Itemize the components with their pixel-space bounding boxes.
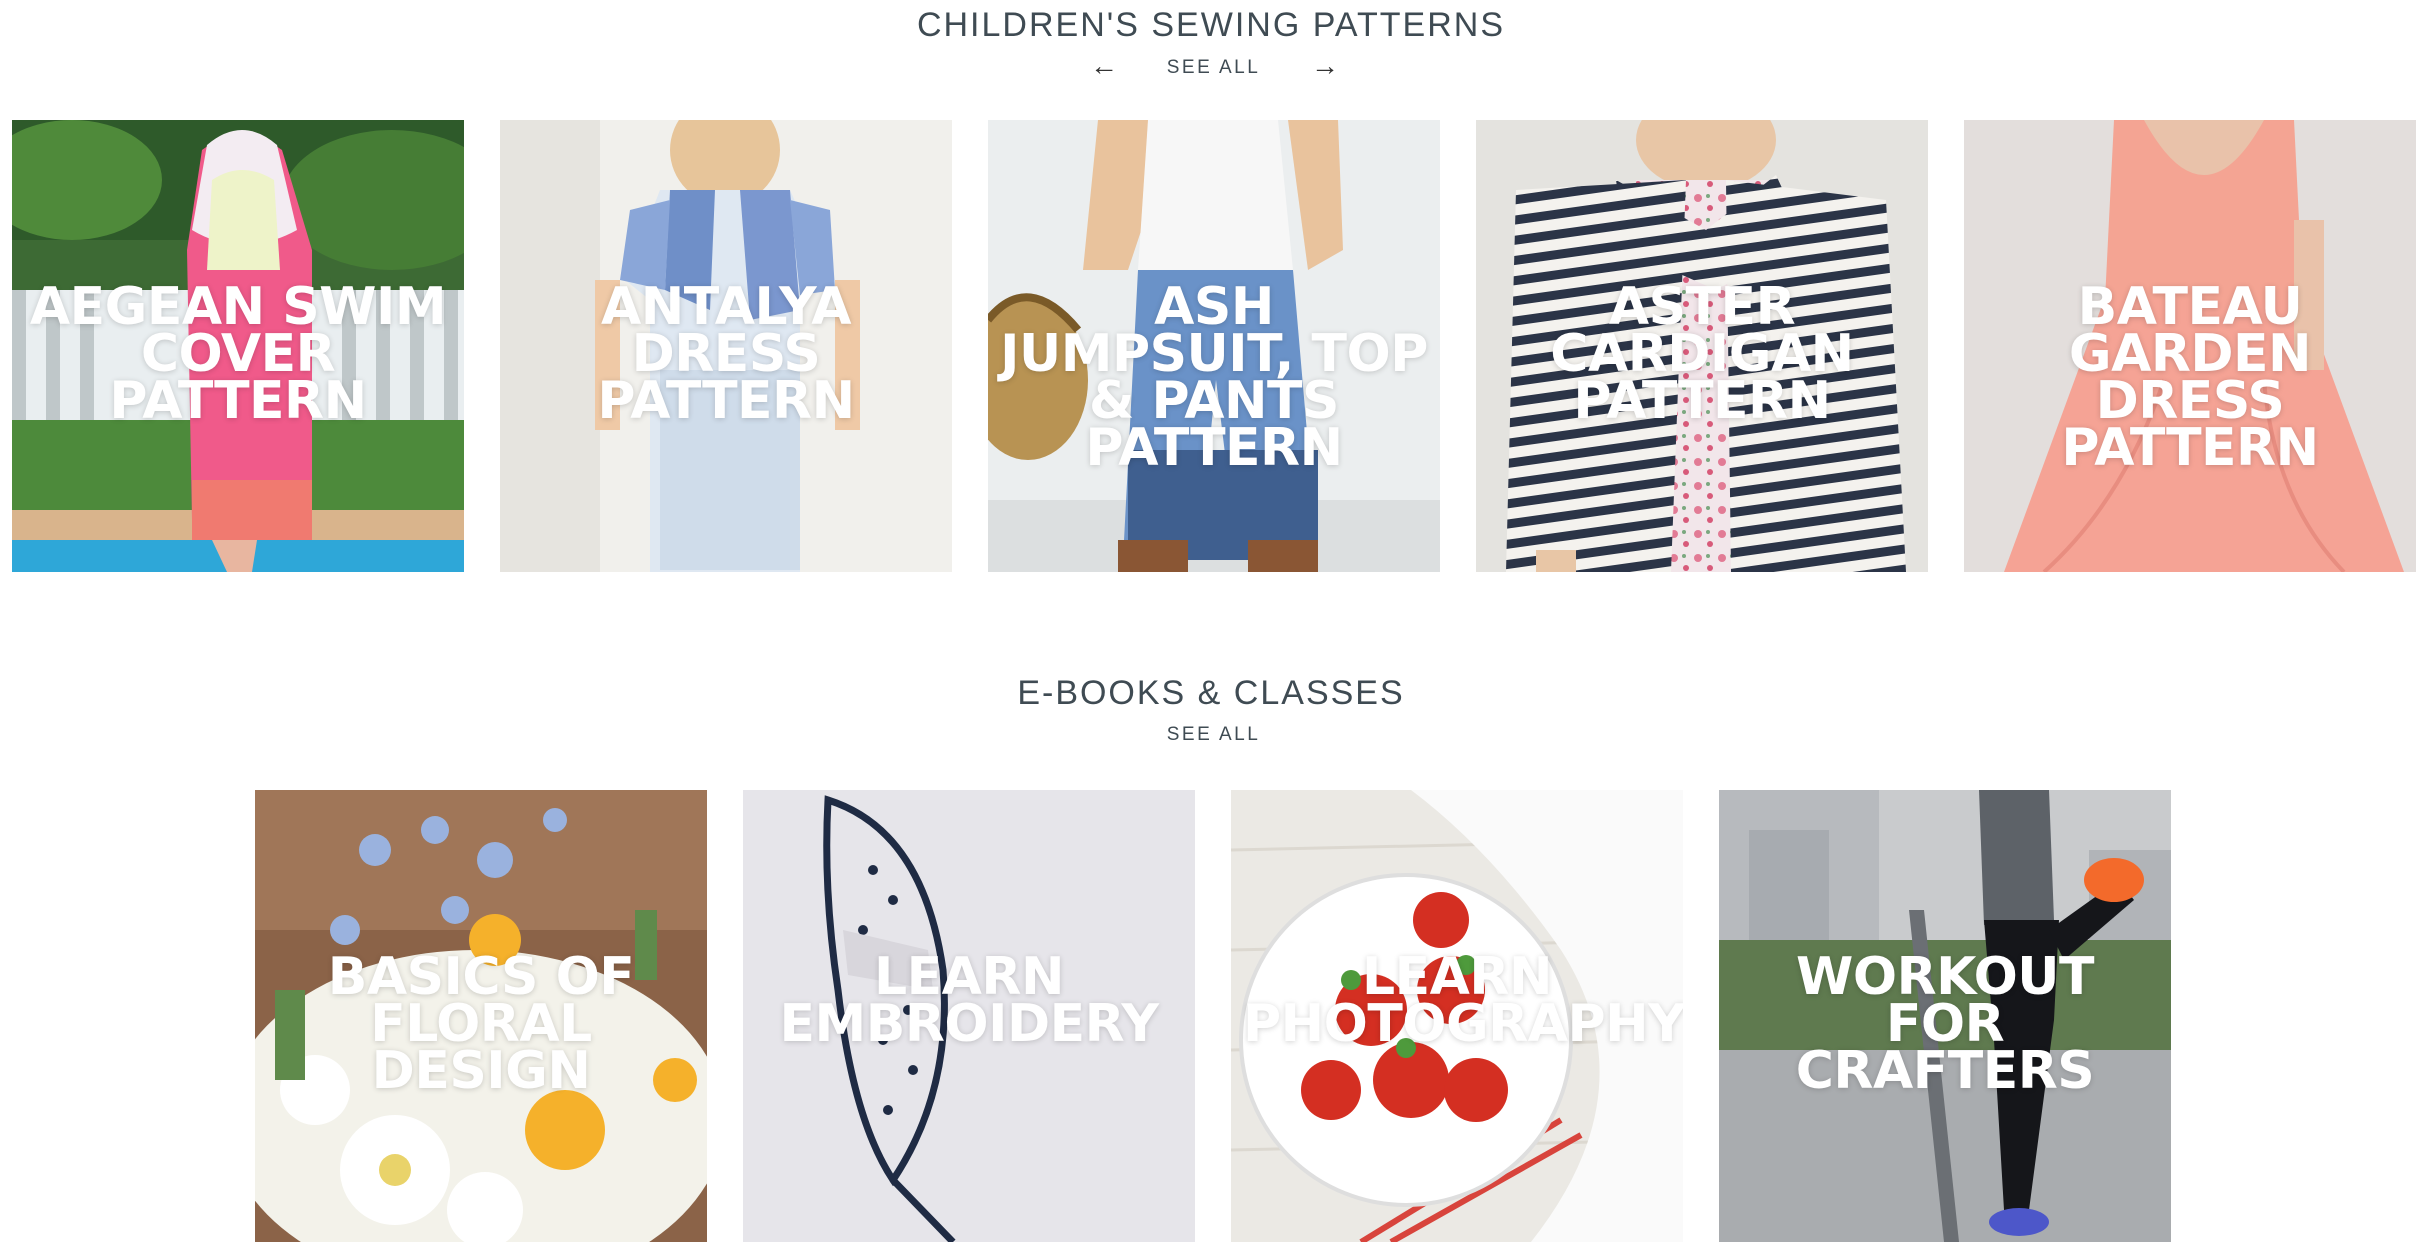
section-title-childrens-patterns: CHILDREN'S SEWING PATTERNS [916,6,1506,44]
class-tile-learn-embroidery[interactable]: LEARN EMBROIDERY [743,790,1195,1242]
tile-label: LEARN EMBROIDERY [779,947,1159,1054]
product-tile-aegean-swim-cover[interactable]: AEGEAN SWIM COVER PATTERN [12,120,464,572]
next-arrow-icon[interactable]: → [1311,52,1339,80]
tile-label: ASH JUMPSUIT, TOP & PANTS PATTERN [1000,277,1428,478]
tile-label: WORKOUT FOR CRAFTERS [1795,947,2095,1101]
tile-label: LEARN PHOTOGRAPHY [1243,947,1683,1054]
product-tile-bateau-garden-dress[interactable]: BATEAU GARDEN DRESS PATTERN [1964,120,2416,572]
class-tile-workout-for-crafters[interactable]: WORKOUT FOR CRAFTERS [1719,790,2171,1242]
class-tile-floral-design[interactable]: BASICS OF FLORAL DESIGN [255,790,707,1242]
tile-label: BATEAU GARDEN DRESS PATTERN [2061,277,2319,478]
product-tile-aster-cardigan[interactable]: ASTER CARDIGAN PATTERN [1476,120,1928,572]
tile-label: ASTER CARDIGAN PATTERN [1550,277,1854,431]
see-all-patterns-link[interactable]: SEE ALL [1151,57,1276,79]
tile-label: ANTALYA DRESS PATTERN [597,277,855,431]
prev-arrow-icon[interactable]: ← [1090,52,1118,80]
tile-label: AEGEAN SWIM COVER PATTERN [29,277,447,431]
tile-label: BASICS OF FLORAL DESIGN [327,947,635,1101]
see-all-ebooks-link[interactable]: SEE ALL [1151,724,1276,746]
class-tile-learn-photography[interactable]: LEARN PHOTOGRAPHY [1231,790,1683,1242]
section-title-ebooks-classes: E-BOOKS & CLASSES [1017,674,1405,712]
product-tile-ash-jumpsuit[interactable]: ASH JUMPSUIT, TOP & PANTS PATTERN [988,120,1440,572]
product-tile-antalya-dress[interactable]: ANTALYA DRESS PATTERN [500,120,952,572]
